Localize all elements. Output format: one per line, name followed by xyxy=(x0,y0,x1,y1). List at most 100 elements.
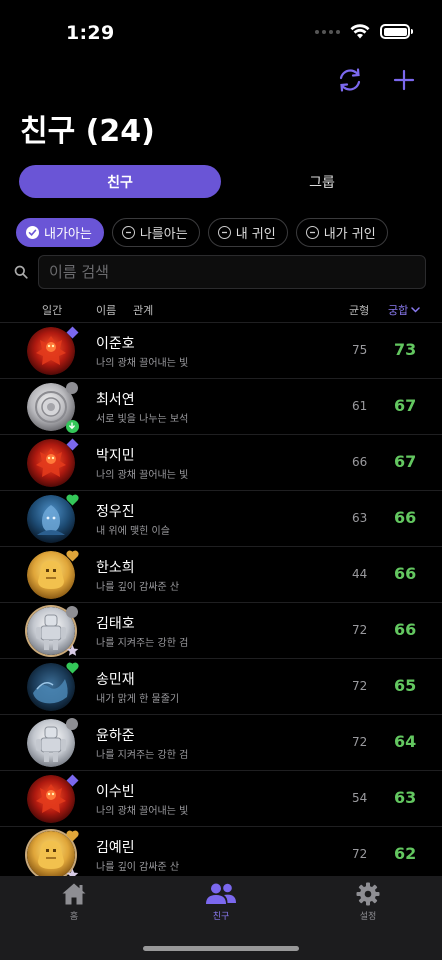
friend-compat-score: 67 xyxy=(394,396,417,415)
friend-row[interactable]: 최서연 서로 빛을 나누는 보석 61 67 xyxy=(0,379,442,435)
segment-control: 친구 그룹 xyxy=(19,165,423,198)
minus-circle-icon xyxy=(121,226,135,239)
avatar-wrap xyxy=(27,662,79,711)
search-row xyxy=(14,255,426,289)
friend-row[interactable]: 윤하준 나를 지켜주는 강한 검 72 64 xyxy=(0,715,442,771)
friend-balance: 72 xyxy=(352,735,368,749)
column-header-relation[interactable]: 관계 xyxy=(133,302,153,318)
friend-name: 최서연 xyxy=(96,392,135,408)
gray-dot-icon xyxy=(65,381,79,395)
battery-icon xyxy=(380,24,413,39)
tab-friends[interactable]: 친구 xyxy=(19,165,221,198)
friend-compat-score: 62 xyxy=(394,844,417,863)
column-header-compat[interactable]: 궁합 xyxy=(388,302,420,318)
friend-name: 이준호 xyxy=(96,336,135,352)
friend-name: 이수빈 xyxy=(96,784,135,800)
friend-row[interactable]: 김태호 나를 지켜주는 강한 검 72 66 xyxy=(0,603,442,659)
sync-icon xyxy=(339,68,361,92)
friend-row[interactable]: 이수빈나의 광채 끌어내는 빛 54 63 xyxy=(0,771,442,827)
friend-relation: 나를 깊이 감싸준 산 xyxy=(96,582,180,593)
friend-row[interactable]: 김예린 나를 깊이 감싸준 산 72 62 xyxy=(0,827,442,876)
avatar-wrap xyxy=(27,830,79,876)
check-icon xyxy=(26,226,39,239)
green-heart-icon xyxy=(65,661,79,675)
friend-row[interactable]: 이준호나의 광채 끌어내는 빛 75 73 xyxy=(0,323,442,379)
friend-balance: 75 xyxy=(352,343,368,357)
friend-relation: 나를 깊이 감싸준 산 xyxy=(96,862,180,873)
gear-icon xyxy=(356,882,380,906)
status-bar: 1:29 xyxy=(0,0,442,62)
friend-relation: 내가 맑게 한 물줄기 xyxy=(96,694,180,705)
star-icon xyxy=(65,643,79,657)
friend-balance: 44 xyxy=(352,567,368,581)
status-icons xyxy=(315,24,413,39)
friend-relation: 나의 광채 끌어내는 빛 xyxy=(96,806,189,817)
filter-chip-label: 내가 귀인 xyxy=(323,227,376,242)
column-headers: 일간 이름 관계 균형 궁합 xyxy=(0,300,442,318)
home-icon xyxy=(62,883,86,905)
friend-balance: 72 xyxy=(352,847,368,861)
people-icon xyxy=(206,883,236,904)
avatar-wrap xyxy=(27,774,78,823)
friend-balance: 66 xyxy=(352,455,368,469)
friend-list[interactable]: 이준호나의 광채 끌어내는 빛 75 73 최서연 서로 빛을 나누는 보석 61 67 박지… xyxy=(0,323,442,876)
page-title: 친구 (24) xyxy=(20,114,155,149)
avatar-wrap xyxy=(27,494,79,543)
friend-compat-score: 66 xyxy=(394,508,417,527)
friend-name: 박지민 xyxy=(96,448,135,464)
top-actions xyxy=(334,64,420,96)
column-header-balance[interactable]: 균형 xyxy=(349,302,369,318)
friend-compat-score: 67 xyxy=(394,452,417,471)
friend-relation: 내 위에 맺힌 이슬 xyxy=(96,526,170,537)
tab-home[interactable]: 홈 xyxy=(34,882,114,922)
chevron-down-icon xyxy=(411,307,420,313)
friend-balance: 72 xyxy=(352,679,368,693)
friend-relation: 나를 지켜주는 강한 검 xyxy=(96,750,189,761)
gray-dot-icon xyxy=(65,605,79,619)
sync-button[interactable] xyxy=(334,64,366,96)
gold-heart-icon xyxy=(65,549,79,563)
friend-balance: 54 xyxy=(352,791,368,805)
filter-chip-i-know[interactable]: 내가아는 xyxy=(16,218,104,247)
filter-chip-my-benefactor[interactable]: 내 귀인 xyxy=(207,218,288,247)
friend-compat-score: 63 xyxy=(394,788,417,807)
gray-dot-icon xyxy=(65,717,79,731)
friend-compat-score: 66 xyxy=(394,564,417,583)
search-icon xyxy=(14,265,34,279)
filter-chip-label: 내 귀인 xyxy=(235,227,276,242)
friend-row[interactable]: 정우진 내 위에 맺힌 이슬 63 66 xyxy=(0,491,442,547)
status-time: 1:29 xyxy=(66,22,115,44)
tab-settings[interactable]: 설정 xyxy=(328,882,408,922)
column-header-name[interactable]: 이름 xyxy=(96,302,116,318)
search-input[interactable] xyxy=(38,255,426,289)
tab-label: 홈 xyxy=(69,912,79,922)
cellular-signal-icon xyxy=(315,29,340,34)
tab-label: 설정 xyxy=(359,912,377,922)
friend-name: 김태호 xyxy=(96,616,135,632)
friend-relation: 나의 광채 끌어내는 빛 xyxy=(96,358,189,369)
friend-name: 송민재 xyxy=(96,672,135,688)
filter-chip-knows-me[interactable]: 나를아는 xyxy=(111,218,200,247)
plus-icon xyxy=(393,69,415,91)
column-header-daygan[interactable]: 일간 xyxy=(42,302,62,318)
green-heart-icon xyxy=(65,493,79,507)
tab-groups[interactable]: 그룹 xyxy=(221,165,423,198)
friend-row[interactable]: 송민재 내가 맑게 한 물줄기 72 65 xyxy=(0,659,442,715)
friend-relation: 나를 지켜주는 강한 검 xyxy=(96,638,189,649)
star-icon xyxy=(65,867,79,876)
purple-diamond-icon xyxy=(65,437,79,451)
column-header-compat-label: 궁합 xyxy=(388,304,409,317)
friend-balance: 63 xyxy=(352,511,368,525)
friend-name: 한소희 xyxy=(96,560,135,576)
friend-row[interactable]: 박지민 나의 광채 끌어내는 빛 66 67 xyxy=(0,435,442,491)
filter-chip-i-am-benefactor[interactable]: 내가 귀인 xyxy=(295,218,388,247)
friend-compat-score: 73 xyxy=(394,340,417,359)
avatar-wrap xyxy=(27,718,78,767)
friend-compat-score: 64 xyxy=(394,732,417,751)
add-friend-button[interactable] xyxy=(388,64,420,96)
friend-row[interactable]: 한소희나를 깊이 감싸준 산 44 66 xyxy=(0,547,442,603)
friend-balance: 72 xyxy=(352,623,368,637)
home-indicator xyxy=(143,946,299,951)
avatar-wrap xyxy=(27,550,79,599)
tab-friends-nav[interactable]: 친구 xyxy=(181,882,261,922)
